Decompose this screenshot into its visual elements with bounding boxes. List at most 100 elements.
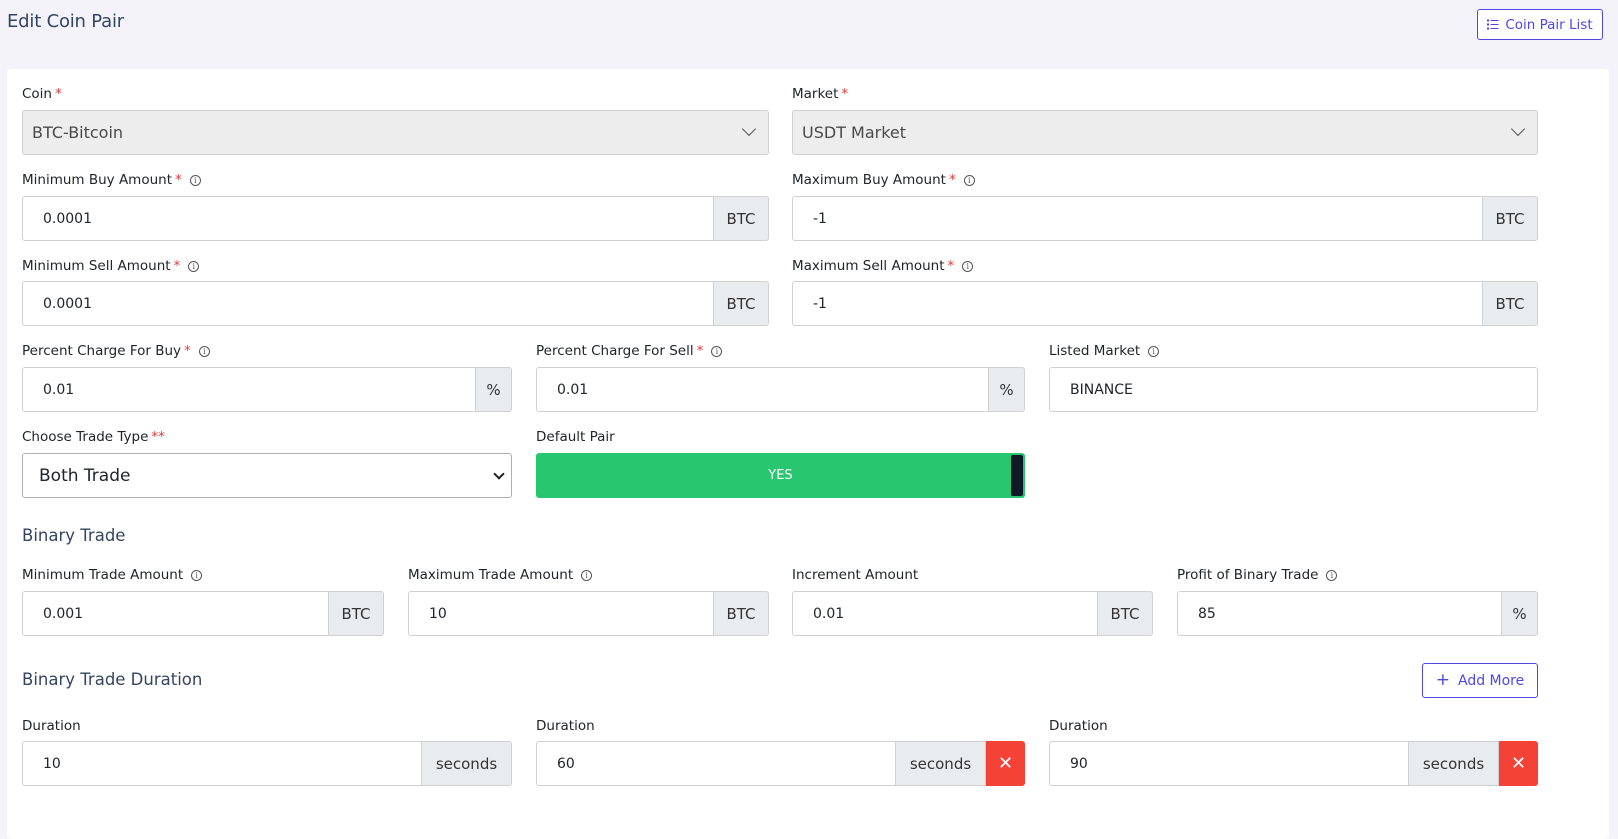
duration-input[interactable] [536,741,895,786]
charge-buy-label: Percent Charge For Buy * i [22,343,210,359]
charge-sell-group: % [536,367,1025,412]
duration-label-text: Duration [22,718,81,734]
duration-label: Duration [536,718,595,734]
min-buy-input[interactable] [22,196,713,241]
info-icon: i [581,569,593,581]
max-sell-label-text: Maximum Sell Amount [792,258,945,274]
max-trade-unit: BTC [713,591,769,636]
trade-type-label: Choose Trade Type ** [22,429,165,445]
charge-buy-input[interactable] [22,367,475,412]
info-icon: i [962,260,974,272]
min-sell-group: BTC [22,281,769,326]
duration-group: seconds [22,741,512,786]
profit-label: Profit of Binary Trade i [1177,567,1338,583]
min-trade-label-text: Minimum Trade Amount [22,567,184,583]
min-sell-input[interactable] [22,281,713,326]
duration-unit: seconds [895,741,986,786]
duration-group: seconds ✕ [1049,741,1538,786]
min-trade-group: BTC [22,591,384,636]
max-sell-group: BTC [792,281,1538,326]
profit-group: % [1177,591,1538,636]
required-mark: * [696,343,704,359]
duration-section-title: Binary Trade Duration [22,670,203,689]
chevron-down-icon [493,468,505,480]
max-trade-group: BTC [408,591,769,636]
listed-market-label-text: Listed Market [1049,343,1141,359]
required-mark: * [947,258,955,274]
chevron-down-icon [741,121,757,137]
max-buy-unit: BTC [1482,196,1538,241]
charge-sell-label-text: Percent Charge For Sell [536,343,694,359]
required-mark: * [184,343,191,359]
charge-buy-group: % [22,367,512,412]
info-icon: i [1326,569,1338,581]
max-trade-input[interactable] [408,591,713,636]
max-buy-group: BTC [792,196,1538,241]
profit-label-text: Profit of Binary Trade [1177,567,1319,583]
default-pair-value: YES [768,468,793,483]
duration-input[interactable] [1049,741,1408,786]
binary-trade-title: Binary Trade [22,526,126,545]
remove-duration-button[interactable]: ✕ [986,741,1025,786]
list-icon [1487,19,1499,30]
default-pair-label: Default Pair [536,429,615,445]
page-header: Edit Coin Pair Coin Pair List [0,0,1618,68]
market-select[interactable]: USDT Market [792,110,1538,155]
coin-pair-list-button[interactable]: Coin Pair List [1477,9,1603,40]
info-icon: i [963,174,975,186]
coin-label: Coin * [22,86,62,102]
add-more-label: Add More [1457,672,1525,689]
required-mark: * [55,86,62,102]
required-mark: * [175,172,182,188]
max-buy-label: Maximum Buy Amount * i [792,172,975,188]
default-pair-toggle[interactable]: YES [536,453,1025,498]
trade-type-label-text: Choose Trade Type [22,429,149,445]
plus-icon: + [1435,670,1450,690]
charge-buy-label-text: Percent Charge For Buy [22,343,182,359]
profit-unit: % [1501,591,1538,636]
duration-label: Duration [1049,718,1108,734]
charge-sell-input[interactable] [536,367,988,412]
coin-label-text: Coin [22,86,52,102]
info-icon: i [198,345,210,357]
trade-type-value: Both Trade [39,465,131,486]
max-buy-label-text: Maximum Buy Amount [792,172,946,188]
coin-select[interactable]: BTC-Bitcoin [22,110,769,155]
toggle-knob [1011,455,1023,496]
required-mark: * [841,86,849,102]
info-icon: i [191,569,203,581]
max-sell-label: Maximum Sell Amount * i [792,258,974,274]
info-icon: i [188,260,200,272]
charge-sell-unit: % [988,367,1025,412]
profit-input[interactable] [1177,591,1501,636]
market-label-text: Market [792,86,839,102]
chevron-down-icon [1510,121,1526,137]
remove-duration-button[interactable]: ✕ [1499,741,1538,786]
trade-type-select[interactable]: Both Trade [22,453,512,498]
min-buy-label: Minimum Buy Amount * i [22,172,201,188]
required-mark: ** [151,429,165,445]
default-pair-label-text: Default Pair [536,429,615,445]
min-trade-input[interactable] [22,591,328,636]
min-sell-unit: BTC [713,281,769,326]
max-buy-input[interactable] [792,196,1482,241]
max-trade-label-text: Maximum Trade Amount [408,567,574,583]
increment-input[interactable] [792,591,1097,636]
close-icon: ✕ [1510,753,1527,774]
min-sell-label-text: Minimum Sell Amount [22,258,171,274]
listed-market-input[interactable] [1049,367,1538,412]
min-sell-label: Minimum Sell Amount * i [22,258,200,274]
duration-input[interactable] [22,741,421,786]
min-buy-group: BTC [22,196,769,241]
info-icon: i [189,174,201,186]
info-icon: i [1148,345,1160,357]
max-sell-unit: BTC [1482,281,1538,326]
increment-unit: BTC [1097,591,1153,636]
add-more-button[interactable]: + Add More [1422,663,1538,698]
max-sell-input[interactable] [792,281,1482,326]
close-icon: ✕ [997,753,1014,774]
min-trade-unit: BTC [328,591,384,636]
increment-group: BTC [792,591,1153,636]
charge-sell-label: Percent Charge For Sell * i [536,343,723,359]
duration-label-text: Duration [536,718,595,734]
